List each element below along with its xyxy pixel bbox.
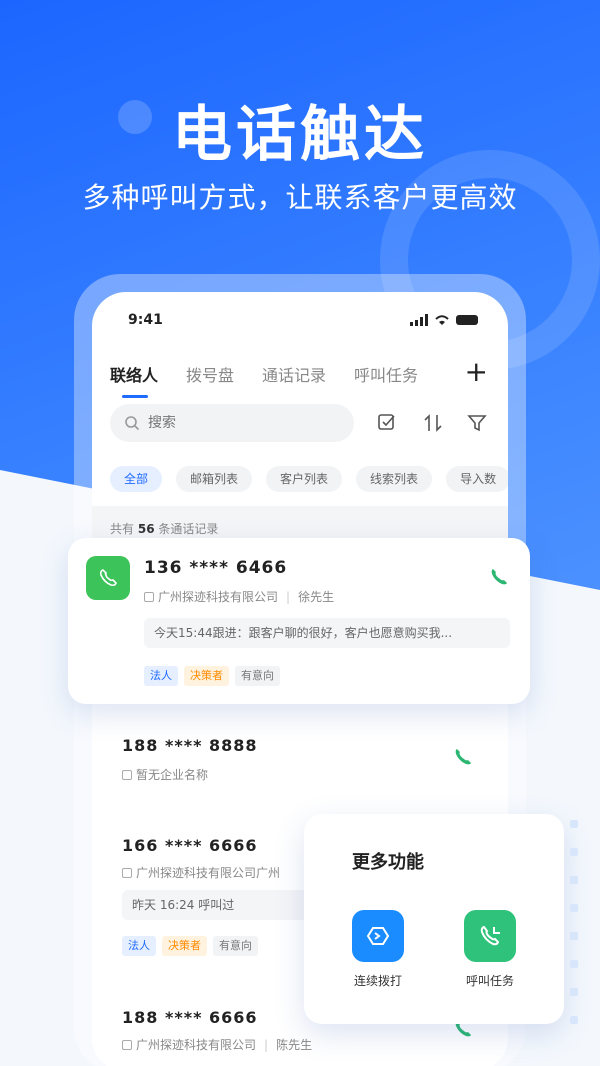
search-icon [125,416,140,431]
contact-company: 广州探迹科技有限公司 | 徐先生 [144,588,334,605]
contact-person: 徐先生 [298,590,335,604]
tab-bar: 联络人 拨号盘 通话记录 呼叫任务 + [110,354,492,398]
tab-contacts[interactable]: 联络人 [110,362,158,398]
contact-company: 广州探迹科技有限公司 | 陈先生 [122,1036,312,1053]
tag-group: 法人 决策者 有意向 [122,936,258,956]
building-icon [144,591,154,602]
status-icons [410,314,478,326]
battery-icon [456,315,478,325]
tab-dialpad[interactable]: 拨号盘 [186,362,234,386]
tag-legal-person: 法人 [122,936,156,956]
tag-decision-maker: 决策者 [184,666,229,686]
tag-legal-person: 法人 [144,666,178,686]
contact-number[interactable]: 136 **** 6466 [144,558,287,578]
highlight-contact-card[interactable]: 136 **** 6466 广州探迹科技有限公司 | 徐先生 今天15:44跟进… [68,538,530,704]
call-icon[interactable] [452,746,474,768]
func-continuous-dial[interactable]: 连续拨打 [338,910,418,989]
signal-icon [410,314,428,326]
contact-company: 暂无企业名称 [122,766,208,783]
chip-import[interactable]: 导入数 [446,466,508,492]
building-icon [122,867,132,878]
wifi-icon [435,315,449,325]
decor-dots [570,820,586,1044]
search-row [110,404,492,442]
filter-chips: 全部 邮箱列表 客户列表 线索列表 导入数 [110,466,508,494]
tag-decision-maker: 决策者 [162,936,207,956]
plus-icon[interactable]: + [465,356,488,388]
contact-number[interactable]: 166 **** 6666 [122,836,258,855]
status-bar: 9:41 [128,312,478,332]
building-icon [122,1039,132,1050]
chip-mail-list[interactable]: 邮箱列表 [176,466,253,492]
hero-subtitle: 多种呼叫方式，让联系客户更高效 [82,181,518,214]
phone-badge-icon [86,556,130,600]
followup-note: 今天15:44跟进：跟客户聊的很好，客户也愿意购买我... [144,618,510,648]
status-time: 9:41 [128,312,163,328]
filter-icon[interactable] [466,412,488,434]
contact-number[interactable]: 188 **** 6666 [122,1008,258,1027]
building-icon [122,769,132,780]
func-call-task[interactable]: 呼叫任务 [450,910,530,989]
phone-icon [99,569,117,587]
tab-call-tasks[interactable]: 呼叫任务 [354,362,418,386]
more-functions-title: 更多功能 [352,852,424,873]
tab-call-log[interactable]: 通话记录 [262,362,326,386]
tag-group: 法人 决策者 有意向 [144,666,280,686]
tag-interested: 有意向 [213,936,258,956]
sort-icon[interactable] [422,412,444,434]
contact-company: 广州探迹科技有限公司广州 [122,864,280,881]
checklist-icon[interactable] [376,412,398,434]
search-box[interactable] [110,404,354,442]
record-count: 共有 56 条通话记录 [110,522,219,536]
contact-number[interactable]: 188 **** 8888 [122,736,258,755]
chip-customer-list[interactable]: 客户列表 [266,466,343,492]
call-task-icon [464,910,516,962]
more-functions-card: 更多功能 连续拨打 呼叫任务 [304,814,564,1024]
continuous-dial-icon [352,910,404,962]
tag-interested: 有意向 [235,666,280,686]
hero-title: 电话触达 [172,100,428,170]
search-input[interactable] [148,415,328,431]
followup-note: 昨天 16:24 呼叫过 [122,890,312,920]
chip-all[interactable]: 全部 [110,466,163,492]
call-icon[interactable] [488,566,510,588]
chip-lead-list[interactable]: 线索列表 [356,466,433,492]
record-count-value: 56 [137,522,155,536]
